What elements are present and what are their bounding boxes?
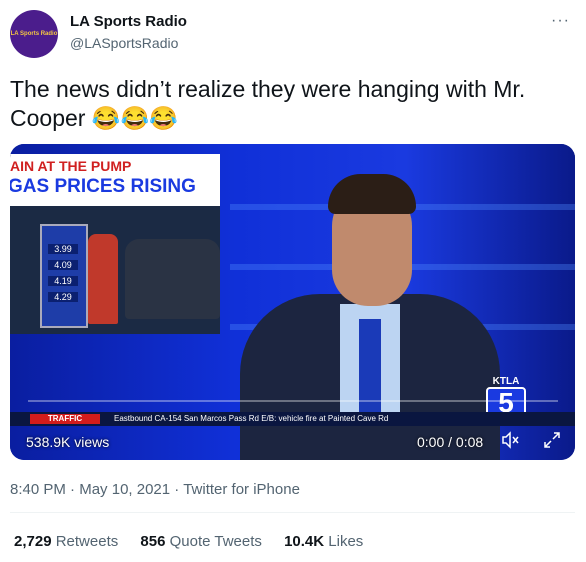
likes-label: Likes (328, 533, 364, 550)
avatar[interactable]: LA Sports Radio (10, 10, 58, 58)
news-inset: AIN AT THE PUMP GAS PRICES RISING 3.99 4… (10, 154, 220, 334)
gas-price: 4.29 (48, 292, 78, 302)
gas-pump: 3.99 4.09 4.19 4.29 (40, 224, 88, 328)
author-handle[interactable]: @LASportsRadio (70, 35, 178, 51)
video-player[interactable]: AIN AT THE PUMP GAS PRICES RISING 3.99 4… (10, 144, 575, 460)
tweet-text: The news didn’t realize they were hangin… (10, 76, 526, 131)
more-options-icon[interactable]: ··· (551, 12, 570, 30)
ticker-traffic-label: TRAFFIC (30, 414, 100, 424)
quote-tweets-label: Quote Tweets (169, 533, 262, 550)
speaker-muted-icon-glyph (502, 431, 519, 449)
gas-price: 4.19 (48, 276, 78, 286)
tweet: LA Sports Radio LA Sports Radio @LASport… (0, 0, 586, 562)
anchor-tie (359, 319, 381, 424)
quote-tweets-stat[interactable]: 856 Quote Tweets (140, 533, 261, 550)
tweet-stats: 2,729 Retweets 856 Quote Tweets 10.4K Li… (14, 533, 381, 550)
tweet-time-link[interactable]: 8:40 PM · May 10, 2021 (10, 481, 170, 498)
speaker-muted-icon[interactable] (500, 430, 520, 455)
gas-price: 4.09 (48, 260, 78, 270)
inset-headline-top: AIN AT THE PUMP (10, 158, 132, 174)
video-time: 0:00 / 0:08 (417, 434, 484, 450)
author-name[interactable]: LA Sports Radio (70, 13, 187, 30)
avatar-logo-text: LA Sports Radio (10, 31, 58, 37)
likes-stat[interactable]: 10.4K Likes (284, 533, 363, 550)
video-progress-bar[interactable] (28, 400, 558, 402)
inset-headline-main: GAS PRICES RISING (10, 176, 196, 197)
gas-price: 3.99 (48, 244, 78, 254)
view-count: 538.9K views (26, 434, 110, 450)
quote-tweets-count: 856 (140, 533, 166, 550)
car (125, 239, 220, 319)
station-name: KTLA (492, 376, 520, 387)
inset-header: AIN AT THE PUMP GAS PRICES RISING (10, 154, 220, 206)
tweet-source-link[interactable]: Twitter for iPhone (183, 481, 300, 498)
tweet-time: 8:40 PM (10, 481, 66, 498)
ticker-text: Eastbound CA-154 San Marcos Pass Rd E/B:… (114, 414, 389, 423)
gas-attendant (88, 234, 118, 324)
retweets-count: 2,729 (14, 533, 52, 550)
likes-count: 10.4K (284, 533, 325, 550)
anchor-hair (328, 174, 416, 214)
divider (10, 512, 575, 513)
retweets-stat[interactable]: 2,729 Retweets (14, 533, 118, 550)
retweets-label: Retweets (55, 533, 119, 550)
tweet-timestamp: 8:40 PM · May 10, 2021 · Twitter for iPh… (10, 481, 300, 498)
fullscreen-icon-glyph (544, 432, 560, 448)
fullscreen-icon[interactable] (542, 430, 562, 455)
tweet-date: May 10, 2021 (79, 481, 171, 498)
